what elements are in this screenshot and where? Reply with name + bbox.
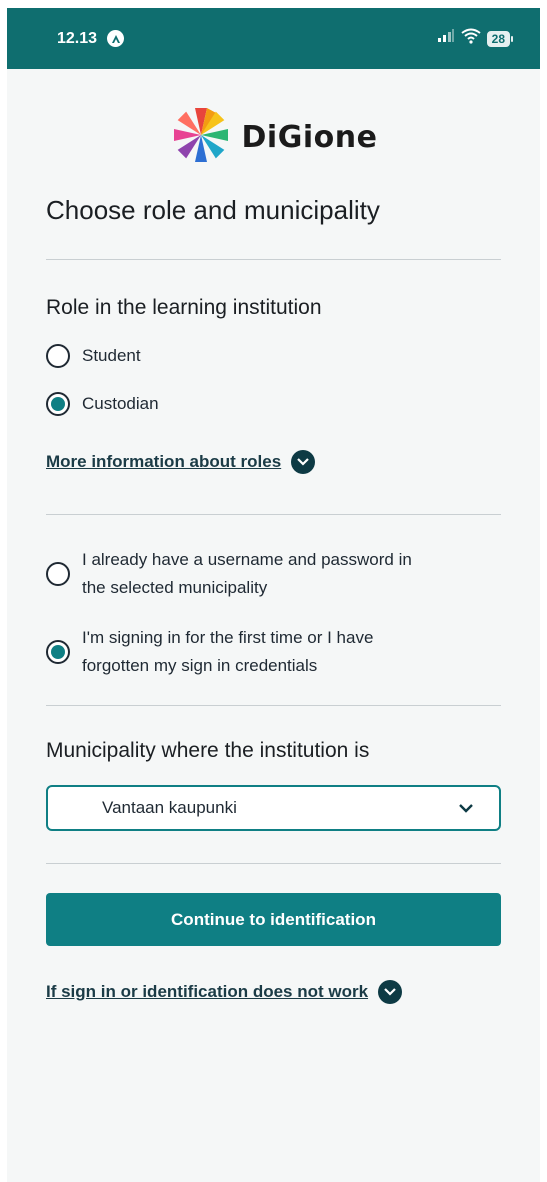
radio-button[interactable] [46,640,70,664]
radio-label-line2: the selected municipality [82,578,268,597]
radio-selected-dot [51,645,65,659]
divider [46,863,501,864]
sign-in-help-link-text[interactable]: If sign in or identification does not wo… [46,982,368,1002]
role-heading: Role in the learning institution [46,296,322,319]
radio-selected-dot [51,397,65,411]
page-title: Choose role and municipality [46,195,380,225]
divider [46,705,501,706]
municipality-selected-value: Vantaan kaupunki [102,798,237,817]
radio-button[interactable] [46,344,70,368]
radio-button[interactable] [46,562,70,586]
radio-label-line1: I already have a username and password i… [82,550,412,569]
divider [46,514,501,515]
radio-label-line2: forgotten my sign in credentials [82,656,318,675]
continue-button[interactable]: Continue to identification [46,893,501,946]
wifi-icon [461,28,481,49]
logo-text: DiGione [241,119,378,155]
radio-label: I already have a username and password i… [82,546,412,602]
sign-in-help-link[interactable]: If sign in or identification does not wo… [46,980,501,1004]
app-notification-icon [107,30,125,47]
radio-label-line1: I'm signing in for the first time or I h… [82,628,374,647]
status-left: 12.13 [57,29,125,48]
app-screen: 12.13 28 DiGione Choose role and municip… [7,8,540,1182]
chevron-down-icon[interactable] [291,450,316,474]
municipality-heading: Municipality where the institution is [46,739,370,762]
radio-label: Custodian [82,394,159,413]
municipality-select[interactable]: Vantaan kaupunki [46,785,501,831]
signal-icon [437,29,455,48]
digione-logo: DiGione [7,105,540,169]
radio-first-time[interactable]: I'm signing in for the first time or I h… [46,624,501,680]
main-content: Choose role and municipality Role in the… [7,195,540,1004]
status-right: 28 [437,28,514,49]
more-info-roles-link[interactable]: More information about roles [46,450,501,474]
divider [46,259,501,260]
radio-student[interactable]: Student [46,344,501,368]
status-bar: 12.13 28 [7,8,540,69]
chevron-down-icon[interactable] [458,798,474,818]
radio-label: Student [82,346,141,365]
radio-custodian[interactable]: Custodian [46,392,501,416]
radio-button[interactable] [46,392,70,416]
battery-indicator: 28 [486,30,514,47]
logo-mark-icon [170,104,232,171]
status-time: 12.13 [57,29,98,47]
chevron-down-icon[interactable] [378,980,403,1004]
radio-existing-credentials[interactable]: I already have a username and password i… [46,546,501,602]
more-info-link-text[interactable]: More information about roles [46,452,281,472]
radio-label: I'm signing in for the first time or I h… [82,624,373,680]
